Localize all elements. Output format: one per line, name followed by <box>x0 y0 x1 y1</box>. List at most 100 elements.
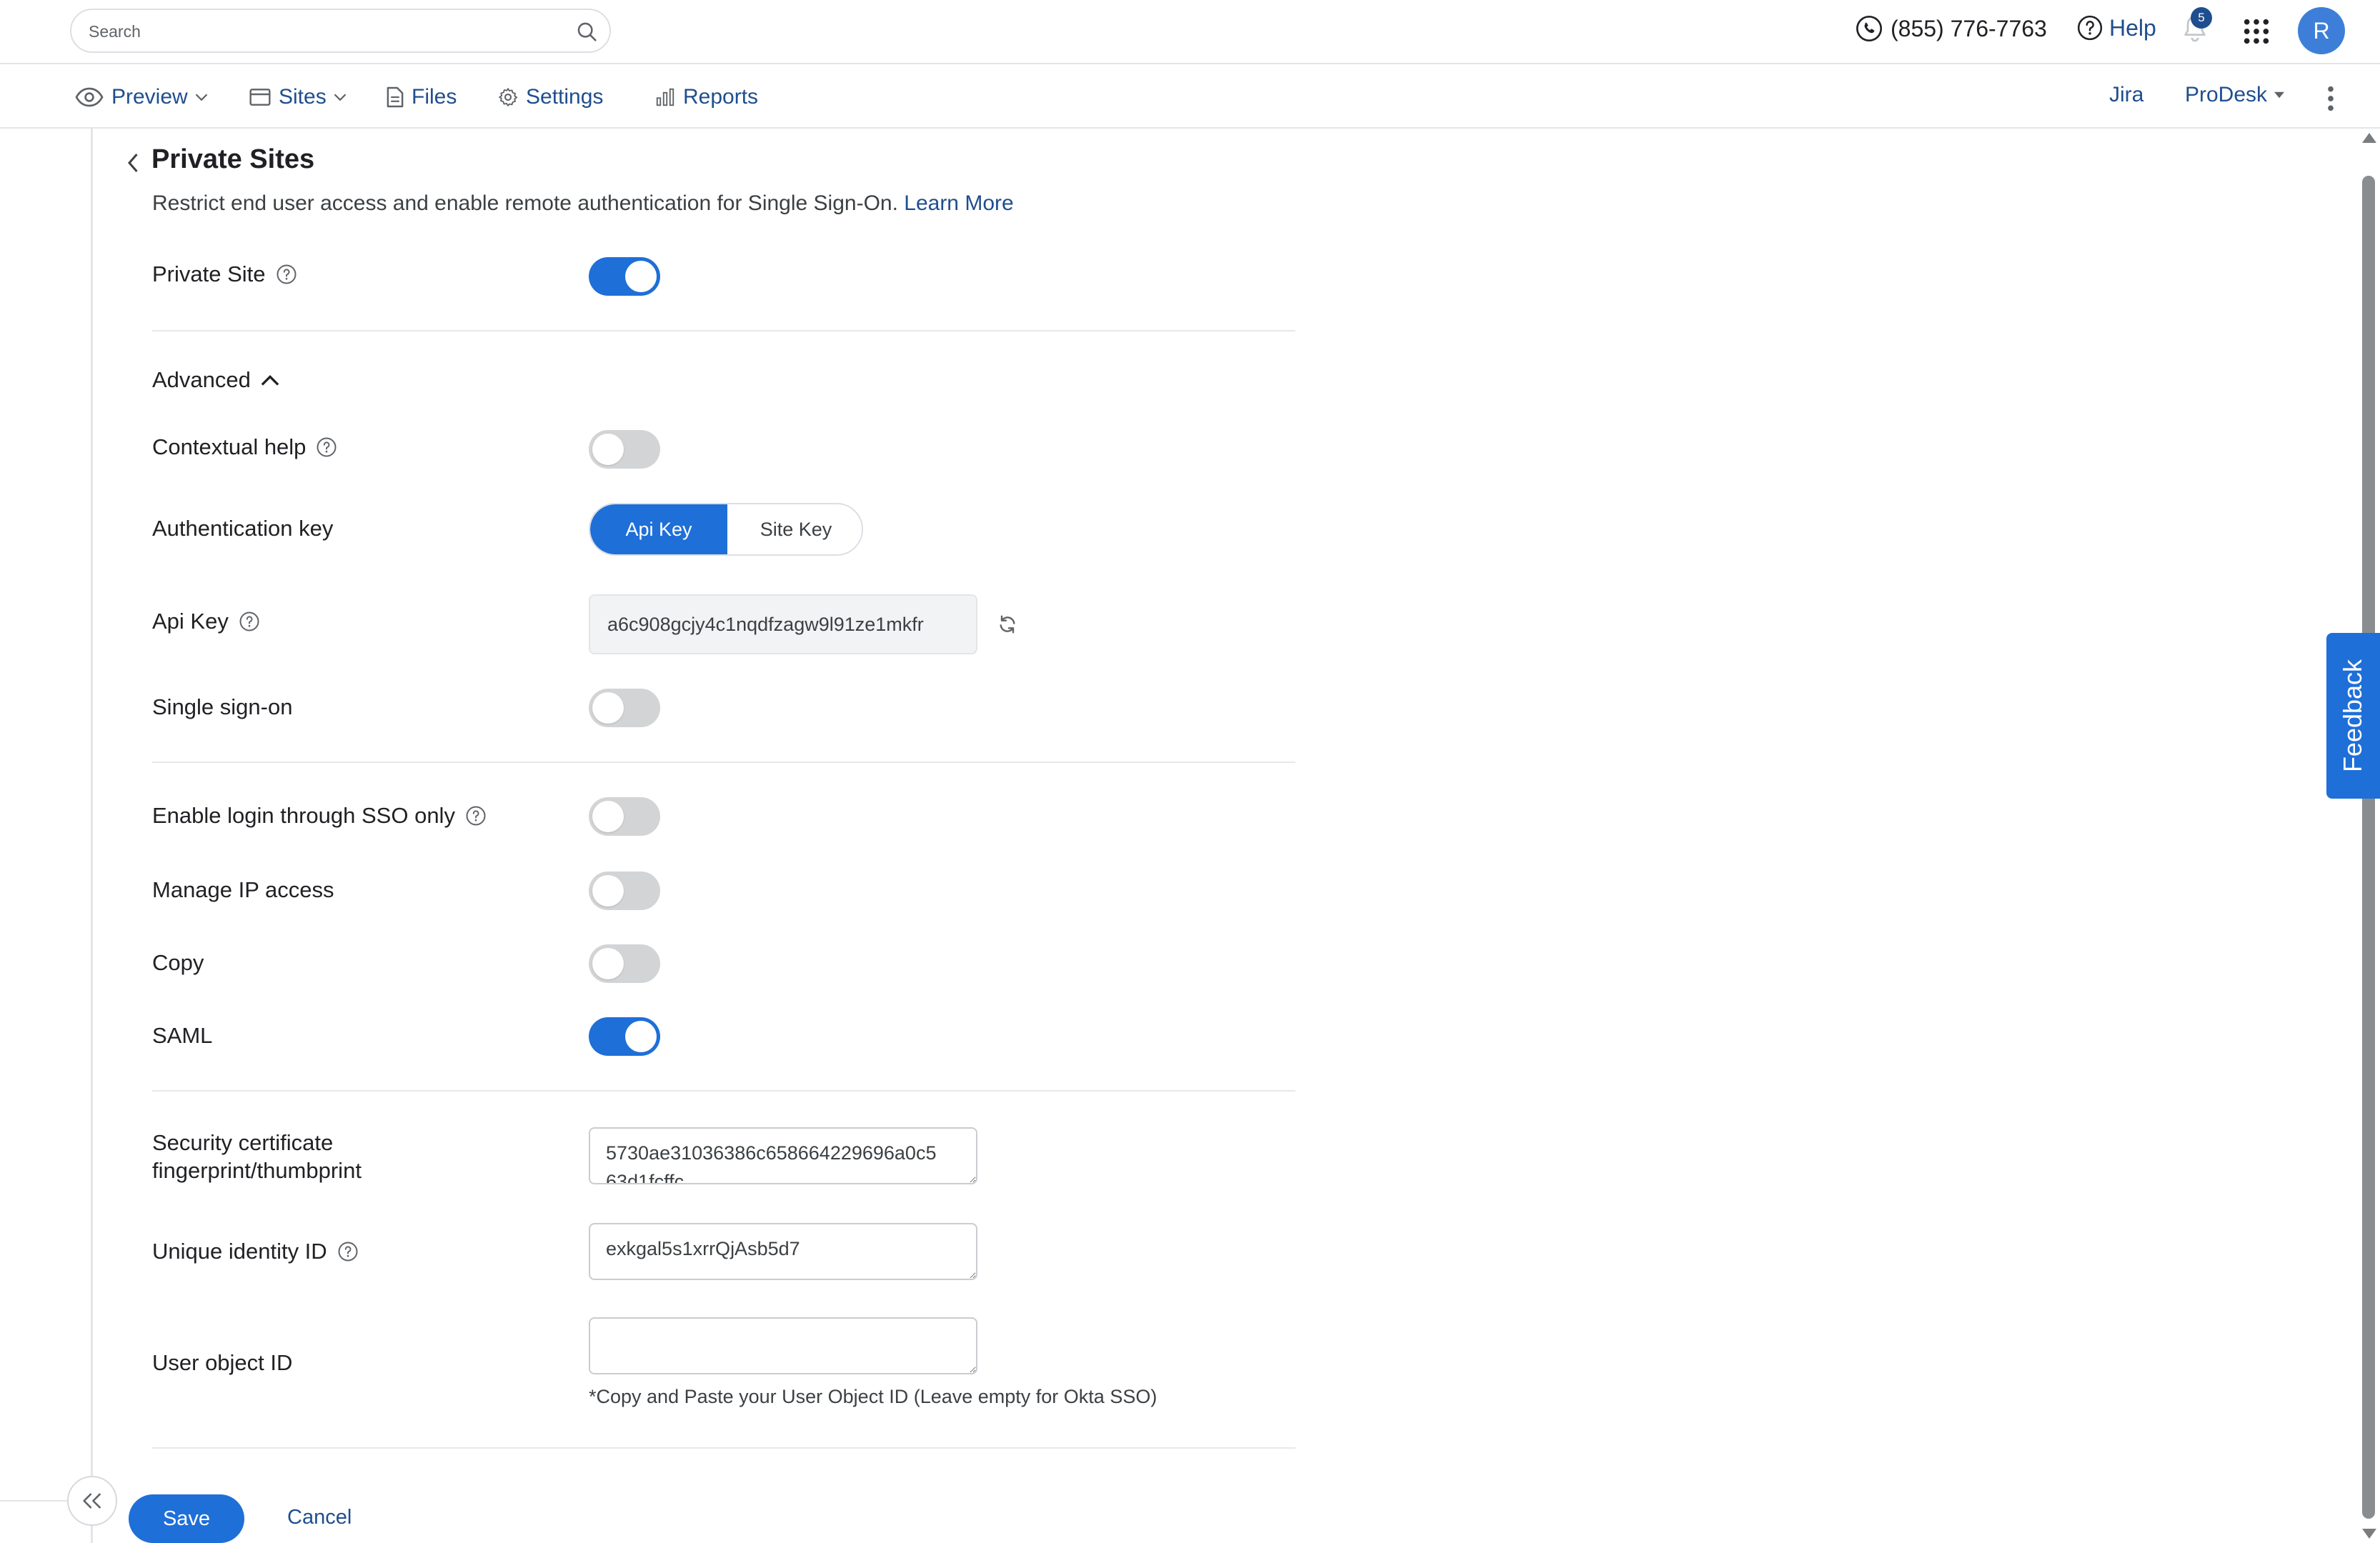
top-bar: (855) 776-7763 Help 5 R <box>0 0 2380 64</box>
private-site-toggle[interactable] <box>589 257 660 296</box>
sso-only-label: Enable login through SSO only <box>152 803 455 828</box>
search-icon[interactable] <box>575 20 599 44</box>
chevron-down-icon <box>334 94 346 101</box>
prodesk-dropdown[interactable]: ProDesk <box>2185 83 2285 107</box>
learn-more-link[interactable]: Learn More <box>904 191 1013 215</box>
jira-link[interactable]: Jira <box>2109 83 2144 107</box>
contextual-help-label: Contextual help <box>152 434 307 459</box>
advanced-section-toggle[interactable]: Advanced <box>152 367 279 393</box>
window-icon <box>249 89 271 106</box>
user-object-label: User object ID <box>152 1350 293 1375</box>
help-circle-icon[interactable] <box>239 611 260 632</box>
rail-divider <box>0 1500 67 1502</box>
toggle-knob <box>625 261 657 292</box>
caret-down-icon <box>2274 91 2285 99</box>
unique-identity-label-row: Unique identity ID <box>152 1239 359 1264</box>
toggle-knob <box>625 1021 657 1052</box>
chevron-up-icon <box>261 374 279 386</box>
site-key-option[interactable]: Site Key <box>729 504 862 554</box>
page-description: Restrict end user access and enable remo… <box>152 191 1014 216</box>
saml-label: SAML <box>152 1023 213 1048</box>
api-key-field[interactable]: a6c908gcjy4c1nqdfzagw9l91ze1mkfr <box>589 594 977 654</box>
divider <box>152 761 1295 763</box>
security-certificate-label-line2: fingerprint/thumbprint <box>152 1158 362 1183</box>
manage-ip-toggle[interactable] <box>589 872 660 910</box>
search-input[interactable] <box>87 16 559 47</box>
security-certificate-field[interactable]: 5730ae31036386c658664229696a0c5 63d1fcff… <box>589 1127 977 1184</box>
scrollbar-thumb[interactable] <box>2362 176 2375 1519</box>
phone-icon <box>1856 16 1882 41</box>
security-certificate-label-row: Security certificate fingerprint/thumbpr… <box>152 1129 362 1184</box>
apps-grid-icon[interactable] <box>2242 17 2271 46</box>
nav-item-settings[interactable]: Settings <box>497 81 603 113</box>
nav-label-preview: Preview <box>111 85 188 109</box>
sso-only-label-row: Enable login through SSO only <box>152 803 487 829</box>
nav-item-sites[interactable]: Sites <box>249 81 347 113</box>
description-text: Restrict end user access and enable remo… <box>152 191 898 215</box>
save-button[interactable]: Save <box>129 1494 244 1543</box>
private-site-label: Private Site <box>152 261 266 286</box>
notification-badge: 5 <box>2191 7 2212 29</box>
nav-item-reports[interactable]: Reports <box>654 81 758 113</box>
double-chevron-left-icon <box>83 1493 101 1509</box>
private-site-label-row: Private Site <box>152 261 297 287</box>
feedback-label: Feedback <box>2338 659 2368 773</box>
help-circle-icon[interactable] <box>465 805 487 827</box>
more-vertical-icon[interactable] <box>2326 84 2335 113</box>
nav-item-preview[interactable]: Preview <box>74 81 208 113</box>
avatar[interactable]: R <box>2298 7 2345 54</box>
nav-item-files[interactable]: Files <box>386 81 457 113</box>
user-object-field[interactable] <box>589 1317 977 1374</box>
saml-label-row: SAML <box>152 1023 212 1049</box>
divider <box>152 1447 1295 1449</box>
search-box[interactable] <box>70 9 611 53</box>
help-circle-icon[interactable] <box>337 1241 359 1262</box>
toggle-knob <box>592 434 624 465</box>
single-sign-on-label: Single sign-on <box>152 694 293 719</box>
nav-label-settings: Settings <box>526 85 604 109</box>
back-arrow-icon[interactable] <box>123 150 144 176</box>
security-certificate-label-line1: Security certificate <box>152 1130 334 1155</box>
authentication-key-segmented: Api Key Site Key <box>589 503 863 556</box>
file-icon <box>387 86 404 108</box>
bar-chart-icon <box>656 88 674 106</box>
toggle-knob <box>592 948 624 979</box>
saml-toggle[interactable] <box>589 1017 660 1056</box>
single-sign-on-label-row: Single sign-on <box>152 694 292 720</box>
scroll-down-arrow[interactable] <box>2362 1529 2376 1539</box>
scroll-up-arrow[interactable] <box>2362 133 2376 143</box>
help-circle-icon[interactable] <box>316 436 337 458</box>
contextual-help-toggle[interactable] <box>589 430 660 469</box>
nav-label-files: Files <box>412 85 457 109</box>
advanced-label: Advanced <box>152 367 251 392</box>
contextual-help-label-row: Contextual help <box>152 434 337 460</box>
nav-label-sites: Sites <box>279 85 327 109</box>
help-circle-icon[interactable] <box>276 264 297 285</box>
manage-ip-label: Manage IP access <box>152 877 334 902</box>
unique-identity-label: Unique identity ID <box>152 1239 327 1264</box>
copy-toggle[interactable] <box>589 944 660 983</box>
copy-label: Copy <box>152 950 204 975</box>
divider <box>152 1090 1295 1092</box>
manage-ip-label-row: Manage IP access <box>152 877 334 903</box>
user-object-note: *Copy and Paste your User Object ID (Lea… <box>589 1386 1157 1407</box>
unique-identity-field[interactable]: exkgal5s1xrrQjAsb5d7 <box>589 1223 977 1280</box>
help-label: Help <box>2109 14 2156 41</box>
divider <box>152 330 1295 331</box>
chevron-down-icon <box>195 94 207 101</box>
copy-label-row: Copy <box>152 950 204 976</box>
refresh-icon[interactable] <box>996 613 1019 636</box>
api-key-label-row: Api Key <box>152 609 260 634</box>
sso-only-toggle[interactable] <box>589 797 660 836</box>
cancel-button[interactable]: Cancel <box>287 1506 352 1529</box>
user-object-label-row: User object ID <box>152 1350 292 1376</box>
single-sign-on-toggle[interactable] <box>589 689 660 727</box>
authentication-key-label-row: Authentication key <box>152 516 333 541</box>
phone-link[interactable]: (855) 776-7763 <box>1855 14 2047 43</box>
api-key-option[interactable]: Api Key <box>590 504 727 554</box>
prodesk-label: ProDesk <box>2185 83 2268 106</box>
nav-label-reports: Reports <box>683 85 759 109</box>
help-link[interactable]: Help <box>2076 14 2156 41</box>
feedback-tab[interactable]: Feedback <box>2326 633 2380 799</box>
collapse-sidebar-button[interactable] <box>67 1476 117 1526</box>
